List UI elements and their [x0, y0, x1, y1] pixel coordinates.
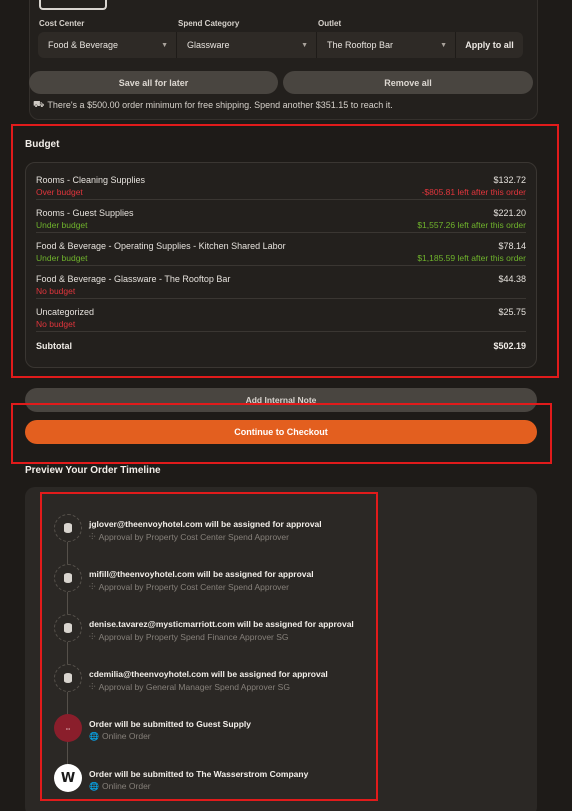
- shipping-minimum-text: There's a $500.00 order minimum for free…: [47, 100, 393, 110]
- budget-row-name: Uncategorized: [36, 307, 95, 317]
- spend-category-select[interactable]: Glassware ▼: [177, 32, 317, 58]
- cost-center-select[interactable]: Food & Beverage ▼: [38, 32, 177, 58]
- budget-card: Rooms - Cleaning Supplies Over budget $1…: [25, 162, 537, 368]
- budget-row-amount: $25.75: [498, 307, 526, 317]
- selected-tab-outline[interactable]: [39, 0, 107, 10]
- outlet-label: Outlet: [318, 19, 342, 28]
- timeline-highlight-box: [40, 492, 378, 801]
- chevron-down-icon: ▼: [440, 41, 447, 49]
- remove-all-button[interactable]: Remove all: [283, 71, 533, 94]
- budget-row: Food & Beverage - Glassware - The Roofto…: [36, 266, 526, 299]
- budget-row-status: Under budget: [36, 253, 88, 263]
- budget-row-status: No budget: [36, 319, 76, 329]
- budget-row: Rooms - Guest Supplies Under budget $221…: [36, 200, 526, 233]
- subtotal-label: Subtotal: [36, 341, 72, 351]
- budget-row-amount: $132.72: [493, 175, 526, 185]
- spend-category-label: Spend Category: [178, 19, 240, 28]
- outlet-value: The Rooftop Bar: [327, 40, 394, 50]
- chevron-down-icon: ▼: [301, 41, 308, 49]
- apply-to-all-button[interactable]: Apply to all: [456, 40, 523, 50]
- budget-row-status: Over budget: [36, 187, 83, 197]
- budget-row-name: Rooms - Cleaning Supplies: [36, 175, 146, 185]
- cost-center-value: Food & Beverage: [48, 40, 119, 50]
- budget-row-remaining: -$805.81 left after this order: [421, 187, 526, 197]
- budget-row-status: Under budget: [36, 220, 88, 230]
- budget-subtotal-row: Subtotal $502.19: [36, 332, 526, 362]
- subtotal-value: $502.19: [493, 341, 526, 351]
- budget-row-amount: $221.20: [493, 208, 526, 218]
- chevron-down-icon: ▼: [161, 41, 168, 49]
- shipping-minimum-note: ⛟ There's a $500.00 order minimum for fr…: [33, 99, 393, 111]
- cost-center-label: Cost Center: [39, 19, 85, 28]
- budget-row-remaining: $1,557.26 left after this order: [417, 220, 526, 230]
- cost-allocation-selects: Food & Beverage ▼ Glassware ▼ The Roofto…: [38, 32, 523, 58]
- timeline-title: Preview Your Order Timeline: [25, 465, 161, 476]
- spend-category-value: Glassware: [187, 40, 230, 50]
- budget-row-amount: $78.14: [498, 241, 526, 251]
- budget-row-name: Food & Beverage - Glassware - The Roofto…: [36, 274, 231, 284]
- outlet-select[interactable]: The Rooftop Bar ▼: [317, 32, 456, 58]
- budget-row-status: No budget: [36, 286, 76, 296]
- budget-row-amount: $44.38: [498, 274, 526, 284]
- budget-row: Food & Beverage - Operating Supplies - K…: [36, 233, 526, 266]
- budget-row-name: Food & Beverage - Operating Supplies - K…: [36, 241, 286, 251]
- budget-row-remaining: $1,185.59 left after this order: [417, 253, 526, 263]
- checkout-highlight-box: [11, 403, 552, 464]
- budget-row: Rooms - Cleaning Supplies Over budget $1…: [36, 167, 526, 200]
- budget-title: Budget: [25, 139, 60, 150]
- budget-row: Uncategorized No budget $25.75: [36, 299, 526, 332]
- budget-row-name: Rooms - Guest Supplies: [36, 208, 134, 218]
- truck-icon: ⛟: [33, 99, 45, 109]
- save-all-for-later-button[interactable]: Save all for later: [29, 71, 278, 94]
